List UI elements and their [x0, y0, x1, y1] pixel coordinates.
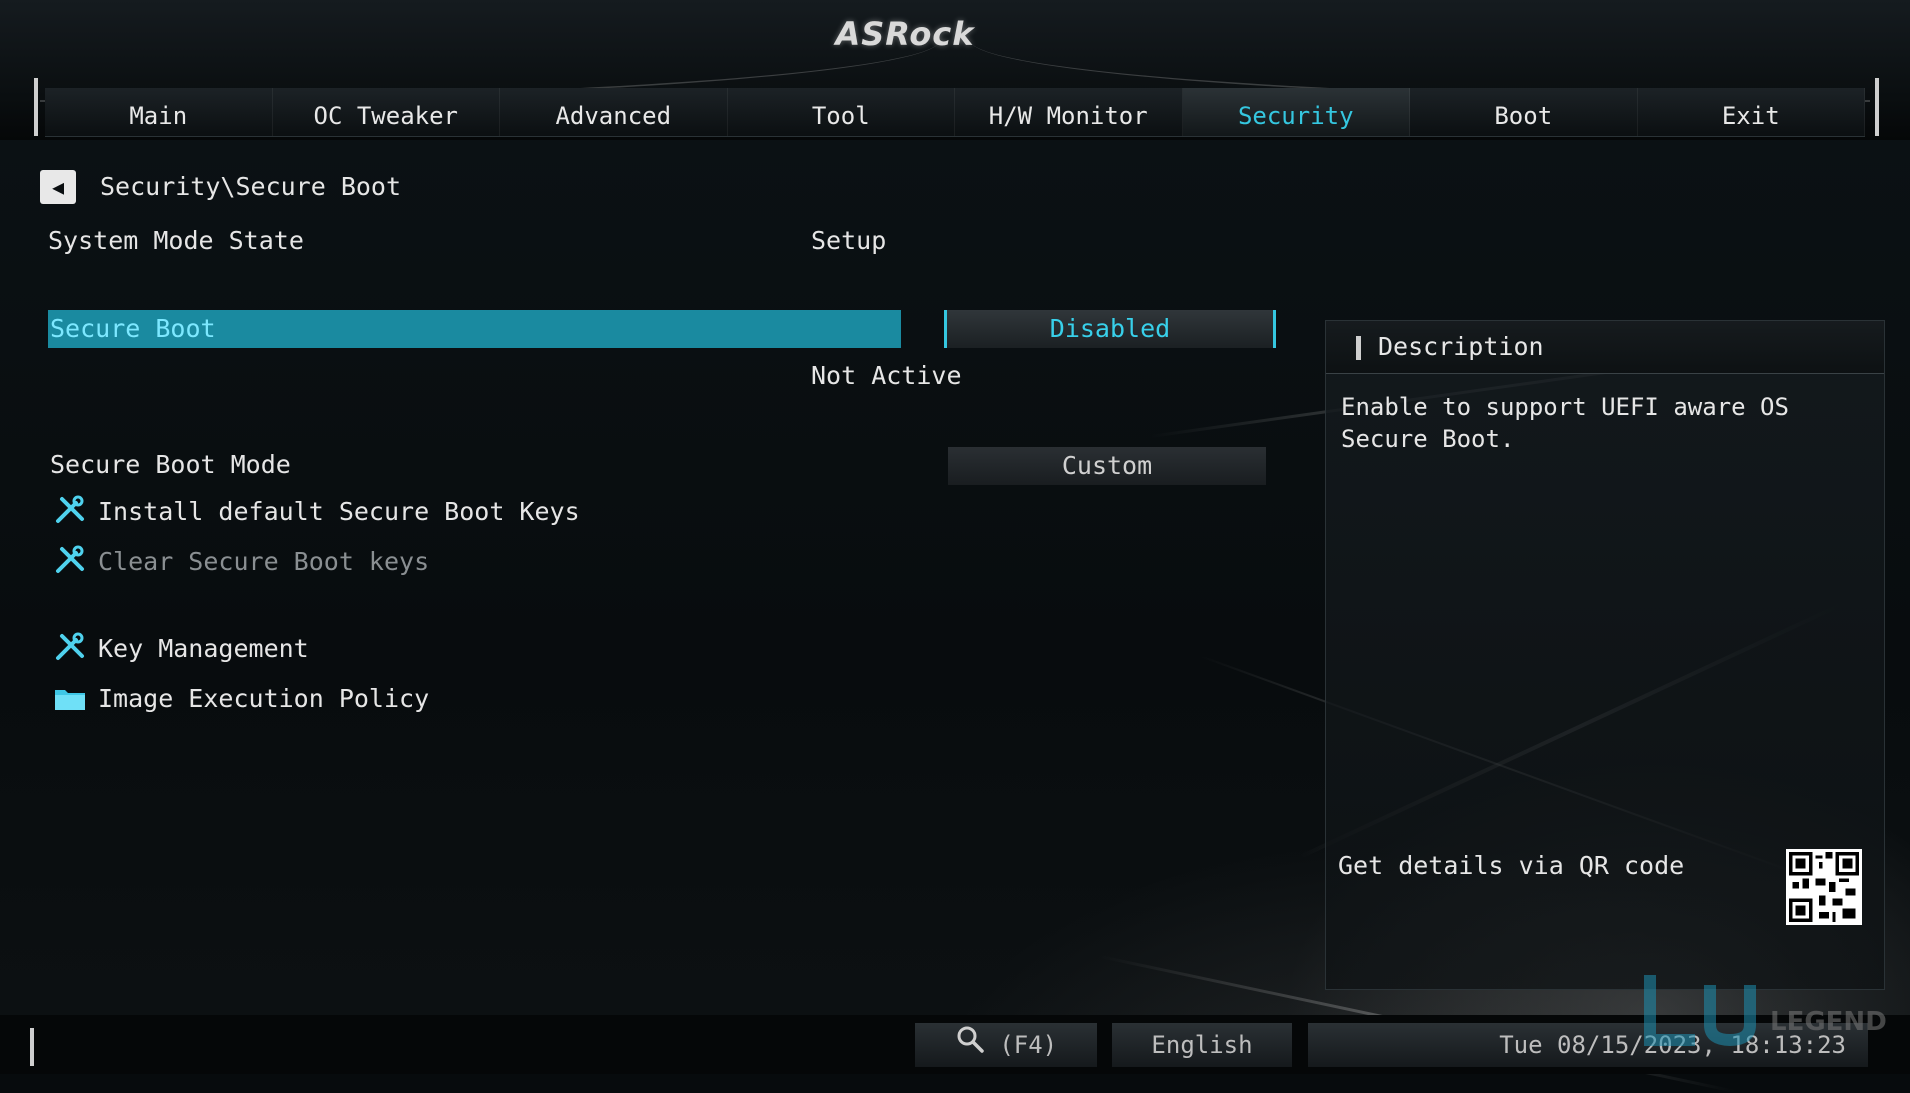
- language-button[interactable]: English: [1112, 1023, 1292, 1067]
- tab-bar: Main OC Tweaker Advanced Tool H/W Monito…: [45, 88, 1865, 137]
- install-default-keys-item[interactable]: Install default Secure Boot Keys: [52, 493, 580, 529]
- wrench-tool-icon: [52, 495, 88, 527]
- search-button[interactable]: (F4): [915, 1023, 1097, 1067]
- tab-tool[interactable]: Tool: [728, 88, 955, 136]
- image-execution-policy-item[interactable]: Image Execution Policy: [52, 680, 429, 716]
- secure-boot-label: Secure Boot: [50, 314, 216, 343]
- watermark-logo: LEGEND: [1640, 965, 1890, 1055]
- description-panel: Description Enable to support UEFI aware…: [1325, 320, 1885, 990]
- tab-hw-monitor[interactable]: H/W Monitor: [955, 88, 1183, 136]
- svg-text:LEGEND: LEGEND: [1770, 1007, 1887, 1037]
- search-icon: [955, 1024, 985, 1068]
- secure-boot-mode-option[interactable]: Custom: [948, 447, 1266, 485]
- secure-boot-row[interactable]: Secure Boot: [48, 310, 901, 348]
- wrench-tool-icon: [52, 632, 88, 664]
- menu-item-label: Clear Secure Boot keys: [98, 546, 430, 576]
- menu-item-label: Key Management: [98, 633, 309, 663]
- clear-keys-item[interactable]: Clear Secure Boot keys: [52, 543, 429, 579]
- system-mode-value: Setup: [811, 226, 887, 255]
- secure-boot-status: Not Active: [811, 361, 962, 390]
- key-management-item[interactable]: Key Management: [52, 630, 309, 666]
- back-arrow-icon: ◀: [51, 175, 65, 199]
- description-text: Enable to support UEFI aware OS Secure B…: [1341, 393, 1789, 453]
- tabbar-edge-right: [1875, 78, 1879, 136]
- menu-item-label: Image Execution Policy: [98, 683, 430, 713]
- search-shortcut: (F4): [999, 1031, 1058, 1059]
- header: ASRock Main OC Tweaker Advanced Tool H/W…: [0, 0, 1910, 140]
- back-button[interactable]: ◀: [40, 170, 76, 204]
- tab-exit[interactable]: Exit: [1638, 88, 1865, 136]
- tab-oc-tweaker[interactable]: OC Tweaker: [273, 88, 500, 136]
- description-marker: [1356, 336, 1361, 360]
- folder-icon: [52, 682, 88, 714]
- secure-boot-mode-label: Secure Boot Mode: [50, 450, 291, 479]
- tab-main[interactable]: Main: [45, 88, 273, 136]
- menu-item-label: Install default Secure Boot Keys: [98, 496, 580, 526]
- description-title: Description: [1378, 332, 1544, 361]
- secure-boot-option[interactable]: Disabled: [944, 310, 1276, 348]
- system-mode-label: System Mode State: [48, 226, 304, 255]
- breadcrumb: Security\Secure Boot: [100, 172, 402, 201]
- tab-boot[interactable]: Boot: [1410, 88, 1638, 136]
- tab-advanced[interactable]: Advanced: [500, 88, 728, 136]
- tabbar-edge-left: [34, 78, 38, 136]
- asrock-logo: ASRock: [835, 15, 975, 53]
- tab-security[interactable]: Security: [1182, 88, 1410, 136]
- footer-edge-left: [30, 1028, 34, 1066]
- wrench-tool-icon: [52, 545, 88, 577]
- description-header: Description: [1326, 321, 1884, 374]
- qr-code[interactable]: [1786, 849, 1862, 925]
- qr-label: Get details via QR code: [1338, 851, 1685, 880]
